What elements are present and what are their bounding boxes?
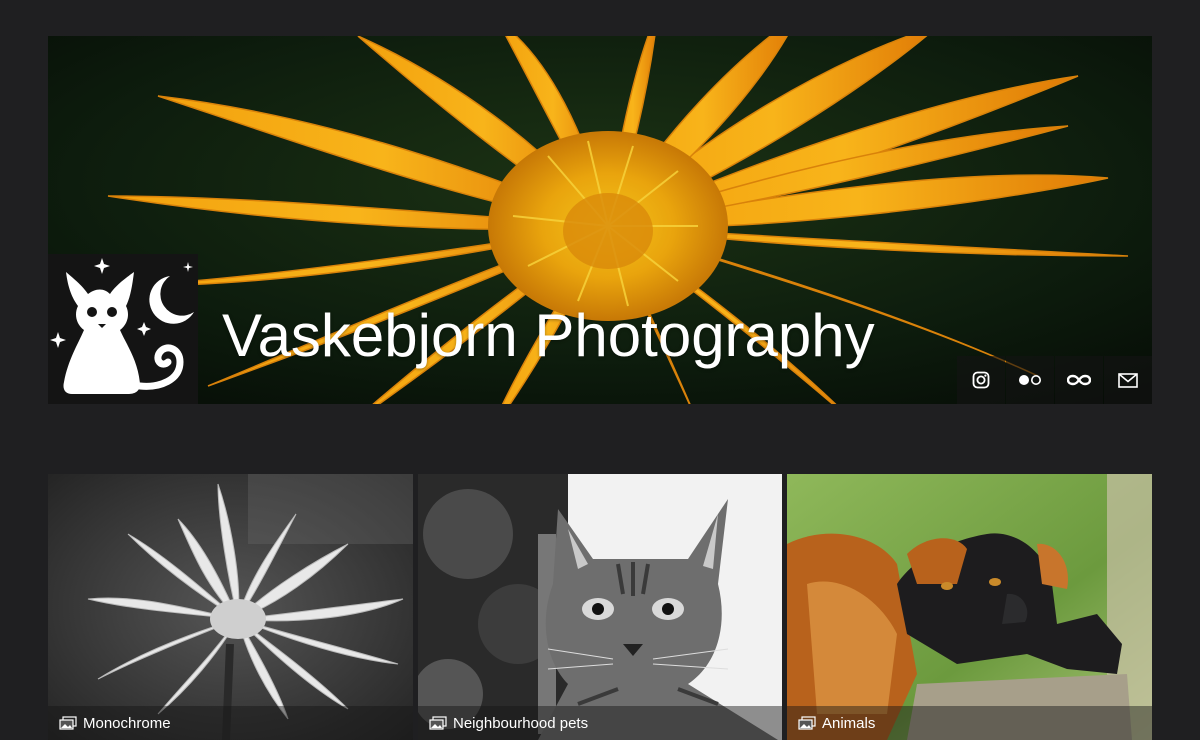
page: Vaskebjorn Photography Monochrome Neighb… (0, 0, 1200, 740)
gallery-label: Animals (822, 714, 876, 732)
cat-moon-stars-logo-icon (48, 254, 198, 404)
gallery-card-monochrome[interactable]: Monochrome (48, 474, 413, 740)
email-link[interactable] (1104, 356, 1152, 404)
email-icon (1118, 372, 1138, 388)
500px-link[interactable] (1055, 356, 1103, 404)
gallery-label: Monochrome (83, 714, 171, 732)
500px-icon (1067, 374, 1091, 386)
hero-banner: Vaskebjorn Photography (48, 36, 1152, 404)
gallery-grid: Monochrome Neighbourhood pets Animals (48, 474, 1152, 740)
flickr-icon (1019, 375, 1041, 385)
social-links (957, 356, 1152, 404)
tabby-cat-thumbnail (418, 474, 782, 740)
gallery-card-neighbourhood-pets[interactable]: Neighbourhood pets (418, 474, 782, 740)
site-title[interactable]: Vaskebjorn Photography (222, 306, 875, 366)
monochrome-flower-thumbnail (48, 474, 413, 740)
gallery-caption: Animals (787, 706, 1152, 740)
gallery-icon (798, 716, 816, 730)
flickr-link[interactable] (1006, 356, 1054, 404)
gallery-card-animals[interactable]: Animals (787, 474, 1152, 740)
site-logo[interactable] (48, 254, 198, 404)
instagram-link[interactable] (957, 356, 1005, 404)
gallery-icon (429, 716, 447, 730)
instagram-icon (972, 371, 990, 389)
gallery-icon (59, 716, 77, 730)
gallery-label: Neighbourhood pets (453, 714, 589, 732)
gallery-caption: Monochrome (48, 706, 413, 740)
gallery-caption: Neighbourhood pets (418, 706, 782, 740)
red-ruffed-lemur-thumbnail (787, 474, 1152, 740)
